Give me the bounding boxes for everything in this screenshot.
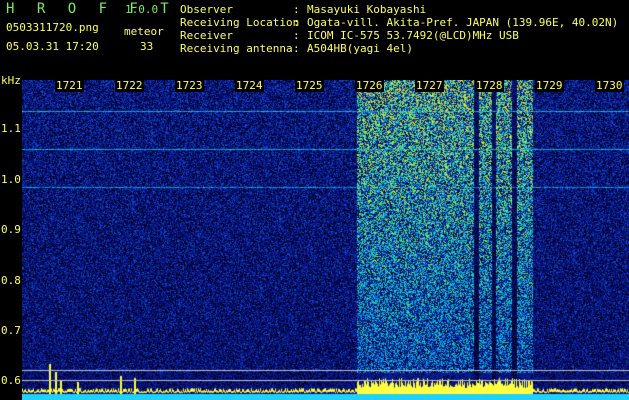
time-tick-label: 1724 [235, 79, 264, 92]
observer-row: Observer: Masayuki Kobayashi [180, 3, 426, 16]
time-tick-label: 1727 [415, 79, 444, 92]
meteor-count: 33 [140, 40, 154, 53]
location-row: Receiving Location: Ogata-vill. Akita-Pre… [180, 16, 618, 29]
frequency-axis: kHz 1.1 1.0 0.9 0.8 0.7 0.6 [0, 74, 22, 400]
image-filename: 0503311720.png [6, 21, 99, 34]
frequency-unit: kHz [1, 74, 21, 87]
header-panel: H R O F F T 1.0.0 0503311720.png meteor … [0, 0, 629, 74]
antenna-value: A504HB(yagi 4el) [307, 42, 413, 55]
location-label: Receiving Location [180, 16, 300, 29]
time-tick-label: 1722 [115, 79, 144, 92]
location-separator: : [293, 16, 300, 29]
observer-label: Observer [180, 3, 233, 16]
spectrogram-canvas [22, 80, 629, 400]
ytick-label: 0.9 [1, 223, 21, 236]
time-tick-label: 1728 [475, 79, 504, 92]
time-tick-label: 1721 [55, 79, 84, 92]
time-tick-label: 1726 [355, 79, 384, 92]
ytick-label: 0.8 [1, 274, 21, 287]
ytick-label: 0.7 [1, 324, 21, 337]
time-tick-label: 1725 [295, 79, 324, 92]
ytick-label: 0.6 [1, 374, 21, 387]
time-tick-label: 1723 [175, 79, 204, 92]
receiver-value: ICOM IC-575 53.7492(@LCD)MHz USB [307, 29, 519, 42]
receiver-separator: : [293, 29, 300, 42]
observer-value: Masayuki Kobayashi [307, 3, 427, 16]
meteor-label: meteor [124, 25, 164, 38]
location-value: Ogata-vill. Akita-Pref. JAPAN (139.96E, … [307, 16, 619, 29]
receiver-label: Receiver [180, 29, 233, 42]
antenna-separator: : [293, 42, 300, 55]
time-tick-label: 1729 [535, 79, 564, 92]
observer-separator: : [293, 3, 300, 16]
capture-datetime: 05.03.31 17:20 [6, 40, 99, 53]
time-tick-label: 1730 [595, 79, 624, 92]
spectrogram-plot [22, 80, 629, 400]
ytick-label: 1.0 [1, 173, 21, 186]
antenna-label: Receiving antenna [180, 42, 293, 55]
antenna-row: Receiving antenna: A504HB(yagi 4el) [180, 42, 413, 55]
app-version: 1.0.0 [125, 3, 159, 16]
ytick-label: 1.1 [1, 122, 21, 135]
receiver-row: Receiver: ICOM IC-575 53.7492(@LCD)MHz US… [180, 29, 519, 42]
